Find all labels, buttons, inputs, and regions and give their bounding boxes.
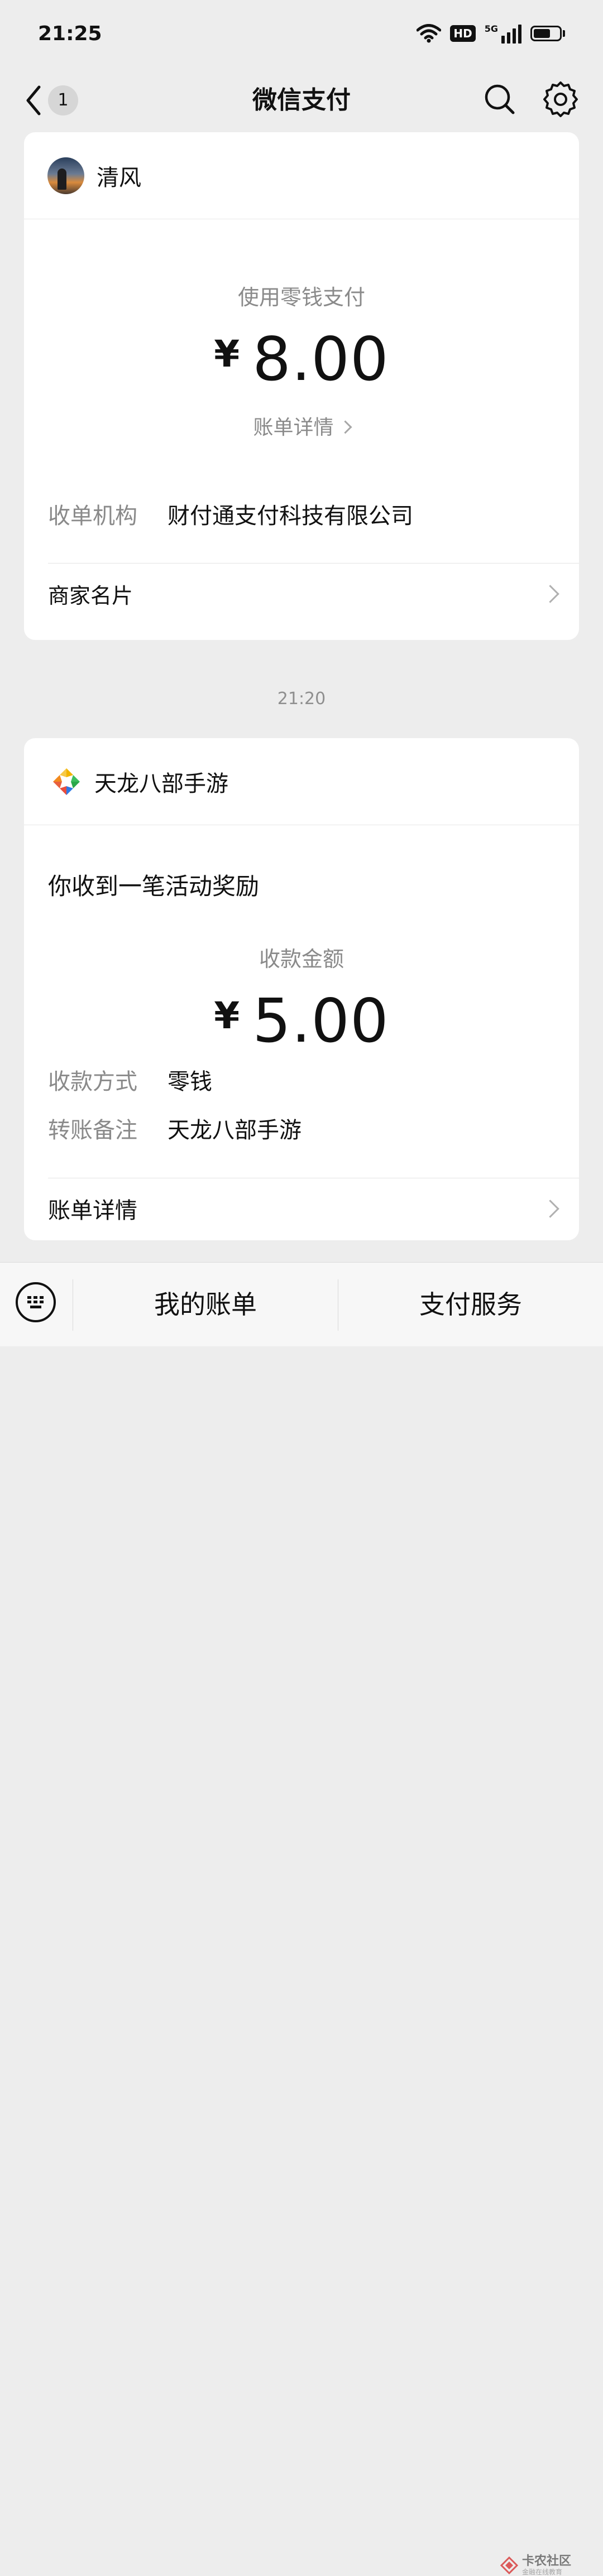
- chevron-right-icon: [338, 420, 352, 434]
- payment-card: 清风 使用零钱支付 ¥8.00 账单详情 收单机构 财付通支付科技有限公司 商家…: [24, 132, 579, 640]
- watermark-name: 卡农社区: [522, 2554, 572, 2568]
- transfer-note-label: 转账备注: [48, 1118, 137, 1143]
- nav-bar: 微信支付 1: [0, 67, 603, 134]
- gear-icon[interactable]: [543, 80, 578, 118]
- chevron-right-icon: [541, 1200, 559, 1218]
- battery-icon: [530, 26, 565, 41]
- bill-detail-link-label: 账单详情: [253, 416, 334, 439]
- message-timestamp: 21:20: [277, 689, 326, 709]
- cellular-signal-icon: 5G: [485, 23, 521, 44]
- status-icons: HD 5G: [417, 23, 565, 44]
- status-bar: 21:25 HD 5G: [0, 0, 603, 67]
- status-time: 21:25: [38, 22, 102, 45]
- receive-method-label: 收款方式: [48, 1069, 137, 1095]
- receive-method-value: 零钱: [168, 1069, 212, 1095]
- payment-amount-value: 8.00: [252, 325, 389, 394]
- reward-card-header[interactable]: 天龙八部手游: [24, 738, 579, 825]
- transfer-note-row: 转账备注 天龙八部手游: [48, 1112, 302, 1144]
- watermark-logo-icon: [500, 2556, 519, 2575]
- currency-symbol: ¥: [214, 333, 241, 375]
- bill-detail-label: 账单详情: [48, 1198, 137, 1224]
- acquirer-value: 财付通支付科技有限公司: [168, 503, 413, 529]
- battery-level-fill: [534, 29, 550, 38]
- watermark-tagline: 金融在线教育: [522, 2568, 563, 2576]
- search-icon[interactable]: [483, 81, 516, 117]
- my-bills-button[interactable]: 我的账单: [73, 1263, 338, 1346]
- reward-headline: 你收到一笔活动奖励: [48, 873, 260, 900]
- chevron-right-icon: [541, 585, 559, 603]
- network-type-label: 5G: [484, 23, 498, 34]
- reward-card: 天龙八部手游 你收到一笔活动奖励 收款金额 ¥5.00 收款方式 零钱 转账备注…: [24, 738, 579, 1240]
- bill-detail-link[interactable]: 账单详情: [24, 411, 579, 440]
- sender-name: 天龙八部手游: [94, 771, 228, 797]
- payment-amount: ¥8.00: [24, 325, 579, 394]
- keyboard-icon: [27, 1296, 44, 1308]
- hd-badge: HD: [450, 25, 476, 42]
- transfer-note-value: 天龙八部手游: [168, 1118, 302, 1143]
- unread-count-badge[interactable]: 1: [48, 85, 78, 115]
- back-arrow-icon[interactable]: [22, 81, 45, 119]
- reward-amount: ¥5.00: [24, 986, 579, 1056]
- merchant-card-label: 商家名片: [48, 583, 133, 608]
- keyboard-toggle-button[interactable]: [16, 1282, 56, 1322]
- payee-name: 清风: [97, 165, 141, 191]
- pay-services-button[interactable]: 支付服务: [338, 1263, 603, 1346]
- watermark: 卡农社区 金融在线教育: [500, 2555, 571, 2576]
- acquirer-row: 收单机构 财付通支付科技有限公司: [48, 498, 413, 530]
- game-logo-icon: [53, 768, 80, 795]
- avatar: [47, 157, 84, 194]
- bottom-bar: 我的账单 支付服务 卡农社区 金融在线教育: [0, 1262, 603, 2576]
- amount-caption: 收款金额: [259, 947, 344, 971]
- payment-card-header[interactable]: 清风: [24, 132, 579, 219]
- currency-symbol: ¥: [214, 994, 241, 1037]
- receive-method-row: 收款方式 零钱: [48, 1063, 212, 1096]
- acquirer-label: 收单机构: [48, 503, 137, 529]
- merchant-card-row[interactable]: 商家名片: [48, 563, 579, 624]
- wifi-icon: [417, 24, 442, 43]
- reward-amount-value: 5.00: [252, 986, 389, 1056]
- bill-detail-row[interactable]: 账单详情: [48, 1178, 579, 1239]
- pay-method-caption: 使用零钱支付: [237, 285, 365, 310]
